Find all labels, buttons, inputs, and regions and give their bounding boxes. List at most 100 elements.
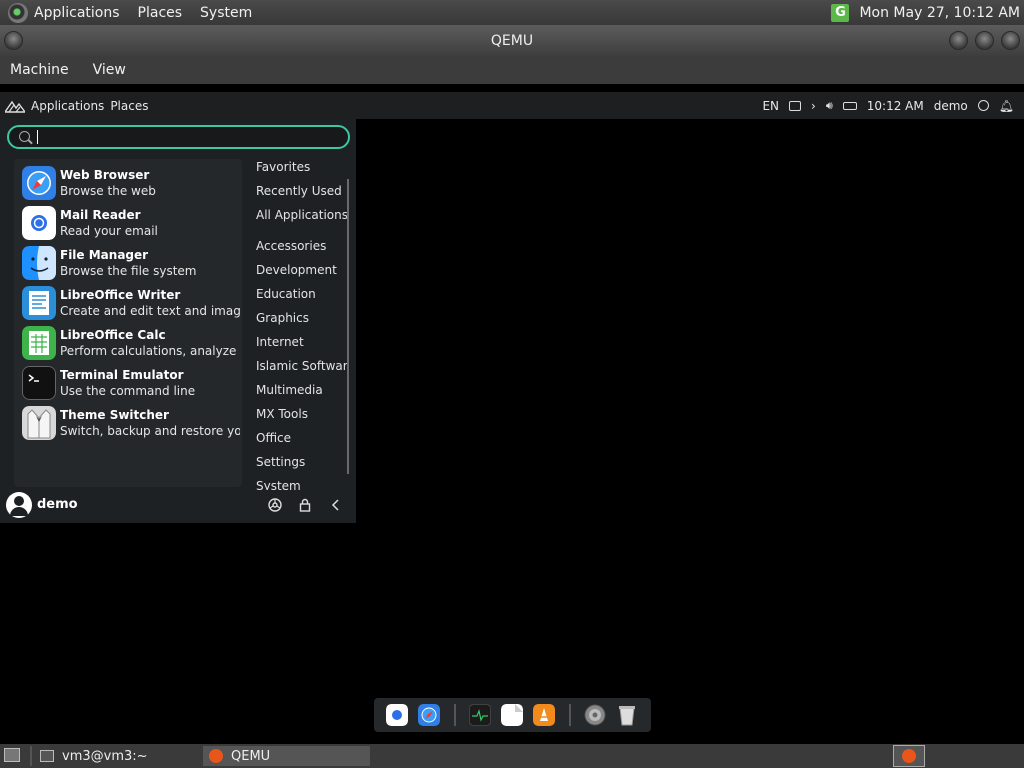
lock-icon[interactable] bbox=[297, 497, 313, 513]
dock bbox=[374, 698, 651, 732]
search-icon bbox=[19, 131, 30, 142]
category-multimedia[interactable]: Multimedia bbox=[256, 383, 323, 397]
app-description: Switch, backup and restore yo... bbox=[60, 424, 240, 438]
terminal-icon bbox=[40, 750, 54, 762]
search-icon[interactable] bbox=[977, 100, 989, 111]
menu-view[interactable]: View bbox=[93, 62, 126, 78]
category-favorites[interactable]: Favorites bbox=[256, 160, 310, 174]
category-office[interactable]: Office bbox=[256, 431, 291, 445]
text-caret bbox=[37, 130, 38, 144]
app-description: Browse the web bbox=[60, 184, 156, 198]
app-name: Mail Reader bbox=[60, 208, 141, 222]
qemu-menubar: Machine View bbox=[0, 56, 1024, 84]
writer-icon bbox=[22, 286, 56, 320]
host-menu-places[interactable]: Places bbox=[138, 5, 183, 21]
show-desktop-icon[interactable] bbox=[4, 748, 20, 762]
category-scrollbar[interactable] bbox=[347, 179, 349, 474]
guest-menu-applications[interactable]: Applications bbox=[31, 99, 104, 113]
host-clock[interactable]: Mon May 27, 10:12 AM bbox=[859, 5, 1020, 21]
app-description: Perform calculations, analyze ... bbox=[60, 344, 240, 358]
close-button[interactable] bbox=[1001, 31, 1020, 50]
app-description: Browse the file system bbox=[60, 264, 197, 278]
task-qemu[interactable]: QEMU bbox=[203, 746, 370, 766]
qemu-icon bbox=[902, 749, 916, 763]
category-all-applications[interactable]: All Applications bbox=[256, 208, 348, 222]
safari-icon[interactable] bbox=[418, 704, 440, 726]
maximize-button[interactable] bbox=[975, 31, 994, 50]
theme-icon bbox=[22, 406, 56, 440]
app-name: File Manager bbox=[60, 248, 149, 262]
workspace-switcher[interactable] bbox=[893, 745, 925, 767]
category-recently-used[interactable]: Recently Used bbox=[256, 184, 342, 198]
category-education[interactable]: Education bbox=[256, 287, 316, 301]
safari-icon bbox=[22, 166, 56, 200]
guest-user[interactable]: demo bbox=[934, 99, 968, 113]
chat-icon[interactable] bbox=[789, 100, 802, 111]
window-title: QEMU bbox=[490, 32, 534, 49]
guest-clock[interactable]: 10:12 AM bbox=[867, 99, 924, 113]
chevron-left-icon[interactable] bbox=[328, 497, 344, 513]
settings-icon[interactable] bbox=[267, 497, 283, 513]
guest-top-panel: Applications Places EN › 🔊︎ 10:12 AM dem… bbox=[0, 92, 1024, 119]
task-terminal[interactable]: vm3@vm3:~ bbox=[38, 746, 198, 766]
app-name: Web Browser bbox=[60, 168, 150, 182]
dock-separator bbox=[569, 704, 571, 726]
list-item-mail-reader[interactable]: Mail Reader Read your email bbox=[14, 203, 242, 243]
taskbar-separator bbox=[30, 746, 32, 766]
guest-screen: Applications Places EN › 🔊︎ 10:12 AM dem… bbox=[0, 92, 1024, 744]
keyboard-layout[interactable]: EN bbox=[762, 99, 779, 113]
app-description: Read your email bbox=[60, 224, 158, 238]
host-top-panel: Applications Places System G Mon May 27,… bbox=[0, 0, 1024, 25]
avatar[interactable] bbox=[6, 492, 32, 518]
mx-logo-icon[interactable] bbox=[5, 99, 25, 113]
list-item-file-manager[interactable]: File Manager Browse the file system bbox=[14, 243, 242, 283]
minimize-button[interactable] bbox=[949, 31, 968, 50]
vlc-icon[interactable] bbox=[533, 704, 555, 726]
host-menu-applications[interactable]: Applications bbox=[34, 5, 120, 21]
finder-icon bbox=[22, 246, 56, 280]
list-item-web-browser[interactable]: Web Browser Browse the web bbox=[14, 163, 242, 203]
host-taskbar: vm3@vm3:~ QEMU bbox=[0, 744, 1024, 768]
category-islamic-software[interactable]: Islamic Software bbox=[256, 359, 349, 373]
host-menu-system[interactable]: System bbox=[200, 5, 252, 21]
application-menu: Web Browser Browse the web Mail Reader R… bbox=[0, 119, 356, 523]
qemu-icon bbox=[209, 749, 223, 763]
activity-monitor-icon[interactable] bbox=[469, 704, 491, 726]
menu-footer: demo bbox=[0, 489, 356, 523]
category-graphics[interactable]: Graphics bbox=[256, 311, 309, 325]
list-item-libreoffice-writer[interactable]: LibreOffice Writer Create and edit text … bbox=[14, 283, 242, 323]
list-item-libreoffice-calc[interactable]: LibreOffice Calc Perform calculations, a… bbox=[14, 323, 242, 363]
category-development[interactable]: Development bbox=[256, 263, 337, 277]
network-icon[interactable]: G bbox=[831, 3, 850, 22]
window-menu-button[interactable] bbox=[4, 31, 23, 50]
qemu-titlebar: QEMU bbox=[0, 25, 1024, 56]
category-internet[interactable]: Internet bbox=[256, 335, 304, 349]
system-logo-icon[interactable] bbox=[8, 2, 28, 23]
chevron-right-icon[interactable]: › bbox=[811, 99, 816, 113]
app-name: LibreOffice Writer bbox=[60, 288, 181, 302]
task-label: QEMU bbox=[231, 748, 271, 764]
app-name: Terminal Emulator bbox=[60, 368, 184, 382]
trash-icon[interactable] bbox=[616, 704, 638, 726]
menu-machine[interactable]: Machine bbox=[10, 62, 69, 78]
search-input[interactable] bbox=[7, 125, 350, 149]
favorites-list: Web Browser Browse the web Mail Reader R… bbox=[14, 159, 242, 487]
settings-icon[interactable] bbox=[584, 704, 606, 726]
guest-menu-places[interactable]: Places bbox=[110, 99, 148, 113]
dock-separator bbox=[454, 704, 456, 726]
volume-icon[interactable]: 🔊︎ bbox=[826, 99, 833, 113]
menu-username: demo bbox=[37, 497, 78, 512]
files-icon[interactable] bbox=[501, 704, 523, 726]
app-name: Theme Switcher bbox=[60, 408, 169, 422]
list-item-terminal-emulator[interactable]: Terminal Emulator Use the command line bbox=[14, 363, 242, 403]
category-accessories[interactable]: Accessories bbox=[256, 239, 326, 253]
notification-bell-icon[interactable]: 🔔︎ bbox=[999, 99, 1014, 113]
category-mx-tools[interactable]: MX Tools bbox=[256, 407, 308, 421]
category-settings[interactable]: Settings bbox=[256, 455, 305, 469]
task-label: vm3@vm3:~ bbox=[62, 748, 148, 764]
battery-icon[interactable] bbox=[842, 101, 857, 110]
mail-icon[interactable] bbox=[386, 704, 408, 726]
category-list: Favorites Recently Used All Applications… bbox=[249, 152, 349, 490]
list-item-theme-switcher[interactable]: Theme Switcher Switch, backup and restor… bbox=[14, 403, 242, 443]
app-description: Create and edit text and imag... bbox=[60, 304, 240, 318]
